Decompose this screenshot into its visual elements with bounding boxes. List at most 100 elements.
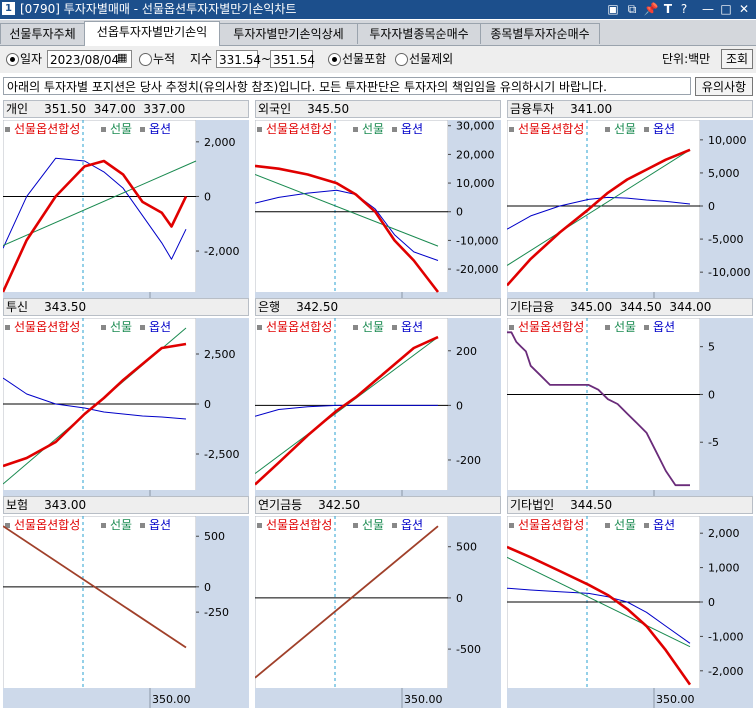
include-futures-radio[interactable] (328, 53, 341, 66)
legend-marker (605, 523, 610, 528)
panel-title: 금융투자 (510, 102, 555, 116)
y-tick-label: 20,000 (456, 148, 495, 161)
legend-label: 옵션 (149, 518, 171, 532)
y-tick-label: 0 (708, 388, 715, 401)
legend-label: 선물옵션합성 (518, 518, 584, 532)
pin-icon[interactable]: 📌 (643, 1, 659, 17)
panel-header: 외국인 345.50 (255, 100, 501, 118)
minimize-icon[interactable]: — (700, 1, 716, 17)
legend-label: 옵션 (401, 320, 423, 334)
panel-header: 보험 343.00 (3, 496, 249, 514)
date-radio[interactable] (6, 53, 19, 66)
panel-values: 342.50 (318, 498, 361, 512)
legend-label: 선물 (110, 320, 132, 334)
legend-marker (140, 523, 145, 528)
y-tick-label: -5,000 (708, 233, 743, 246)
window-copy-icon[interactable]: ⧉ (624, 1, 640, 17)
calendar-icon[interactable]: ▦ (117, 51, 127, 65)
y-tick-label: 0 (456, 399, 463, 412)
legend-label: 옵션 (401, 518, 423, 532)
expiry-pnl-chart: 500 0 -500 350.00 선물옵션합성 선물 옵션 (255, 516, 501, 708)
expiry-pnl-chart: 2,5000-2,500350.00선물옵션합성선물옵션 (3, 318, 249, 510)
include-futures-label: 선물포함 (342, 52, 387, 66)
legend-label: 선물 (110, 518, 132, 532)
legend-label: 선물옵션합성 (14, 320, 80, 334)
notice-button[interactable]: 유의사항 (695, 77, 753, 96)
panel-title: 개인 (6, 102, 29, 116)
legend-marker (644, 325, 649, 330)
chart-panel: 외국인 345.50 30,000 20,000 10,000 0 -10,000 -20,0… (255, 100, 501, 312)
legend-label: 선물 (614, 320, 636, 334)
maximize-icon[interactable]: □ (718, 1, 734, 17)
query-button[interactable]: 조회 (721, 49, 753, 69)
chart-panel: 금융투자341.0010,0005,0000-5,000-10,000350.0… (507, 100, 753, 312)
panel-header: 기타법인 344.50 (507, 496, 753, 514)
panel-values: 345.00 344.50 344.00 (570, 300, 712, 314)
tab-expiry-pnl[interactable]: 선옵투자자별만기손익 (84, 21, 220, 46)
panel-title: 기타금융 (510, 300, 555, 314)
y-tick-label: 0 (204, 190, 211, 203)
y-tick-label: 500 (456, 541, 477, 554)
y-tick-label: -20,000 (456, 263, 498, 276)
panel-values: 351.50 347.00 337.00 (44, 102, 186, 116)
legend-marker (605, 325, 610, 330)
panel-values: 344.50 (570, 498, 613, 512)
legend-marker (257, 523, 262, 528)
chart-panel: 보험 343.00 500 0 -250 350.00 선물옵션합성 선물 옵션 (3, 496, 249, 708)
chart-panel: 은행342.502000-200350.00선물옵션합성선물옵션 (255, 298, 501, 510)
y-tick-label: 5 (708, 341, 715, 354)
legend-marker (353, 523, 358, 528)
panel-header: 기타금융 345.00 344.50 344.00 (507, 298, 753, 316)
legend-marker (644, 127, 649, 132)
expiry-pnl-chart: 50-5350.00선물옵션합성선물옵션 (507, 318, 753, 510)
panel-title: 외국인 (258, 102, 292, 116)
close-icon[interactable]: ✕ (736, 1, 752, 17)
cumulative-radio[interactable] (139, 53, 152, 66)
exclude-futures-label: 선물제외 (409, 52, 454, 66)
x-tick-label: 350.00 (404, 693, 443, 706)
legend-label: 선물 (362, 518, 384, 532)
index-to-input[interactable]: 351.54 (270, 50, 315, 68)
y-tick-label: 10,000 (708, 134, 747, 147)
legend-label: 선물 (362, 320, 384, 334)
window-link-icon[interactable]: ▣ (605, 1, 621, 17)
panel-header: 은행 342.50 (255, 298, 501, 316)
y-tick-label: 0 (708, 200, 715, 213)
legend-marker (5, 325, 10, 330)
legend-label: 옵션 (653, 518, 675, 532)
legend-marker (605, 127, 610, 132)
legend-marker (392, 523, 397, 528)
y-tick-label: 30,000 (456, 120, 495, 133)
y-tick-label: 500 (204, 530, 225, 543)
panel-title: 기타법인 (510, 498, 555, 512)
y-tick-label: 2,000 (204, 136, 236, 149)
legend-label: 옵션 (149, 122, 171, 136)
tab-investor-net-buy[interactable]: 투자자별종목순매수 (357, 23, 481, 44)
legend-label: 선물옵션합성 (518, 320, 584, 334)
font-icon[interactable]: T (660, 1, 676, 17)
legend-marker (101, 127, 106, 132)
tab-expiry-pnl-detail[interactable]: 투자자별만기손익상세 (219, 23, 358, 44)
legend-label: 선물 (362, 122, 384, 136)
exclude-futures-radio[interactable] (395, 53, 408, 66)
legend-marker (644, 523, 649, 528)
legend-marker (5, 127, 10, 132)
y-tick-label: 0 (204, 398, 211, 411)
y-tick-label: -2,000 (708, 665, 743, 678)
panel-header: 개인 351.50 347.00 337.00 (3, 100, 249, 118)
legend-marker (140, 127, 145, 132)
x-tick-label: 350.00 (152, 693, 191, 706)
panel-title: 은행 (258, 300, 281, 314)
panel-values: 343.50 (44, 300, 87, 314)
expiry-pnl-chart: 500 0 -250 350.00 선물옵션합성 선물 옵션 (3, 516, 249, 708)
help-icon[interactable]: ? (676, 1, 692, 17)
legend-marker (392, 127, 397, 132)
y-tick-label: -2,000 (204, 245, 239, 258)
tab-item-net-buy[interactable]: 종목별투자자순매수 (480, 23, 600, 44)
y-tick-label: 200 (456, 345, 477, 358)
chart-panel: 기타금융345.00 344.50 344.0050-5350.00선물옵션합성… (507, 298, 753, 510)
index-from-input[interactable]: 331.54 (216, 50, 261, 68)
tab-futures-investor[interactable]: 선물투자주체 (0, 23, 85, 44)
legend-marker (140, 325, 145, 330)
chart-panel: 투신343.502,5000-2,500350.00선물옵션합성선물옵션 (3, 298, 249, 510)
